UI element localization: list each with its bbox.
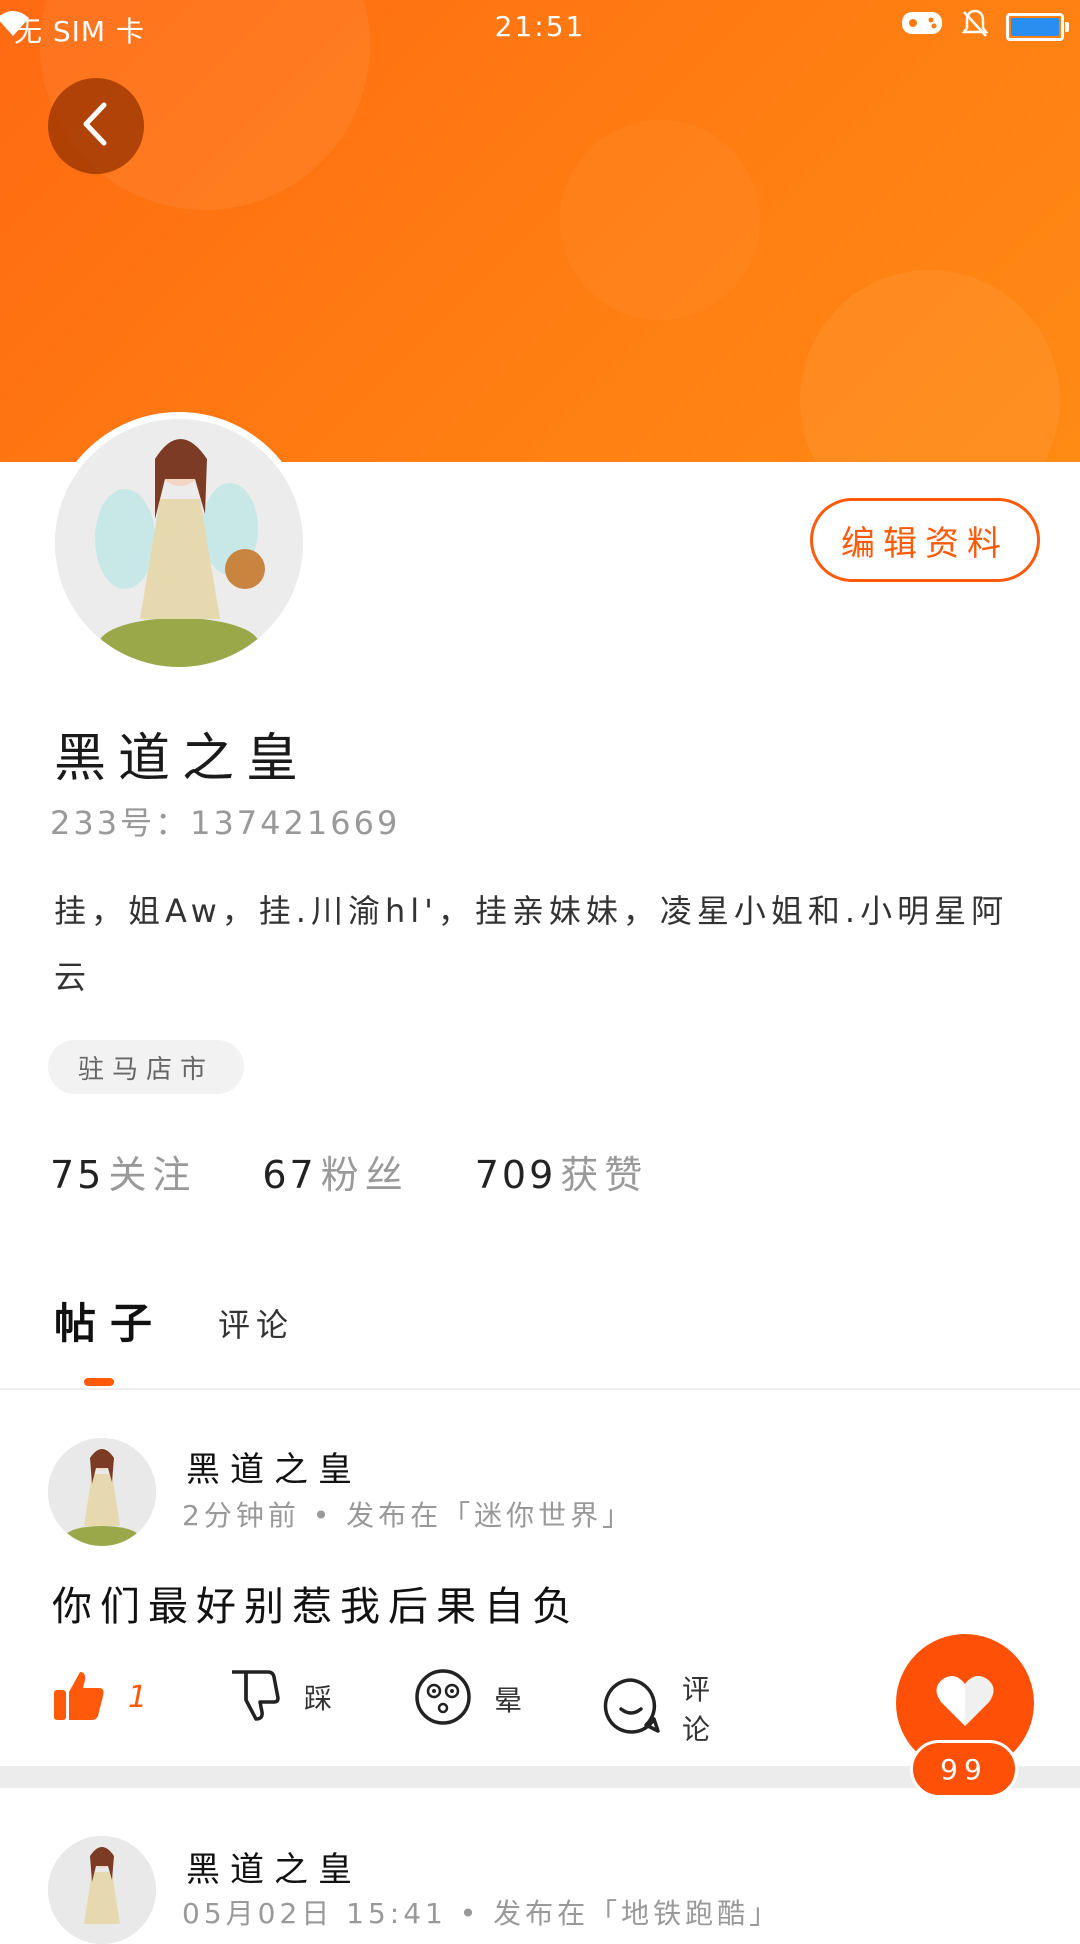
- status-icons: [0, 8, 1069, 45]
- thumbs-up-icon: [52, 1668, 106, 1726]
- wifi-icon: [0, 8, 32, 45]
- tab-divider: [0, 1388, 1080, 1390]
- profile-bio: 挂，姐Aw，挂.川渝hl'，挂亲妹妹，凌星小姐和.小明星阿云: [54, 892, 1009, 996]
- like-count-badge: 99: [910, 1740, 1018, 1798]
- profile-stats: 75 关注 67 粉丝 709 获赞: [50, 1144, 648, 1199]
- game-icon: [900, 8, 944, 45]
- like-count: 1: [128, 1679, 148, 1715]
- tab-active-indicator: [84, 1378, 114, 1386]
- battery-icon: [1006, 12, 1069, 41]
- like-button[interactable]: 1: [52, 1668, 147, 1726]
- tab-comments[interactable]: 评论: [218, 1300, 294, 1346]
- comment-button[interactable]: 评论: [602, 1668, 714, 1748]
- dizzy-button[interactable]: 晕: [414, 1668, 526, 1730]
- profile-username: 黑道之皇: [54, 729, 311, 789]
- edit-profile-button[interactable]: 编辑资料: [810, 498, 1040, 582]
- heart-icon: [935, 1674, 995, 1732]
- profile-avatar[interactable]: [48, 412, 310, 674]
- dizzy-label: 晕: [494, 1684, 527, 1717]
- stat-followers[interactable]: 67 粉丝: [262, 1144, 408, 1199]
- profile-uid: 233号：137421669: [50, 804, 401, 842]
- mute-bell-icon: [960, 8, 990, 45]
- stat-likes[interactable]: 709 获赞: [475, 1144, 649, 1199]
- profile-banner: [0, 0, 1080, 462]
- comment-label: 评论: [682, 1673, 715, 1746]
- back-button[interactable]: [48, 78, 144, 174]
- post-content[interactable]: 你们最好别惹我后果自负: [52, 1574, 580, 1632]
- tab-posts[interactable]: 帖子: [54, 1290, 166, 1351]
- chevron-left-icon: [76, 101, 116, 151]
- location-tag[interactable]: 驻马店市: [48, 1040, 245, 1094]
- stat-following[interactable]: 75 关注: [50, 1144, 196, 1199]
- post-author-avatar[interactable]: [48, 1438, 156, 1546]
- dislike-button[interactable]: 踩: [228, 1668, 336, 1726]
- post-author-avatar[interactable]: [48, 1836, 156, 1944]
- status-bar: 无 SIM 卡 21:51: [0, 0, 1080, 54]
- dislike-label: 踩: [304, 1682, 337, 1715]
- dizzy-face-icon: [414, 1668, 472, 1730]
- post-author-name[interactable]: 黑道之皇: [186, 1442, 362, 1491]
- post-author-name[interactable]: 黑道之皇: [186, 1842, 362, 1891]
- comment-bubble-icon: [602, 1677, 660, 1739]
- post-meta: 2分钟前 • 发布在「迷你世界」: [182, 1499, 635, 1532]
- avatar-image: [55, 419, 303, 667]
- post-meta: 05月02日 15:41 • 发布在「地铁跑酷」: [182, 1897, 782, 1930]
- thumbs-down-icon: [228, 1668, 282, 1726]
